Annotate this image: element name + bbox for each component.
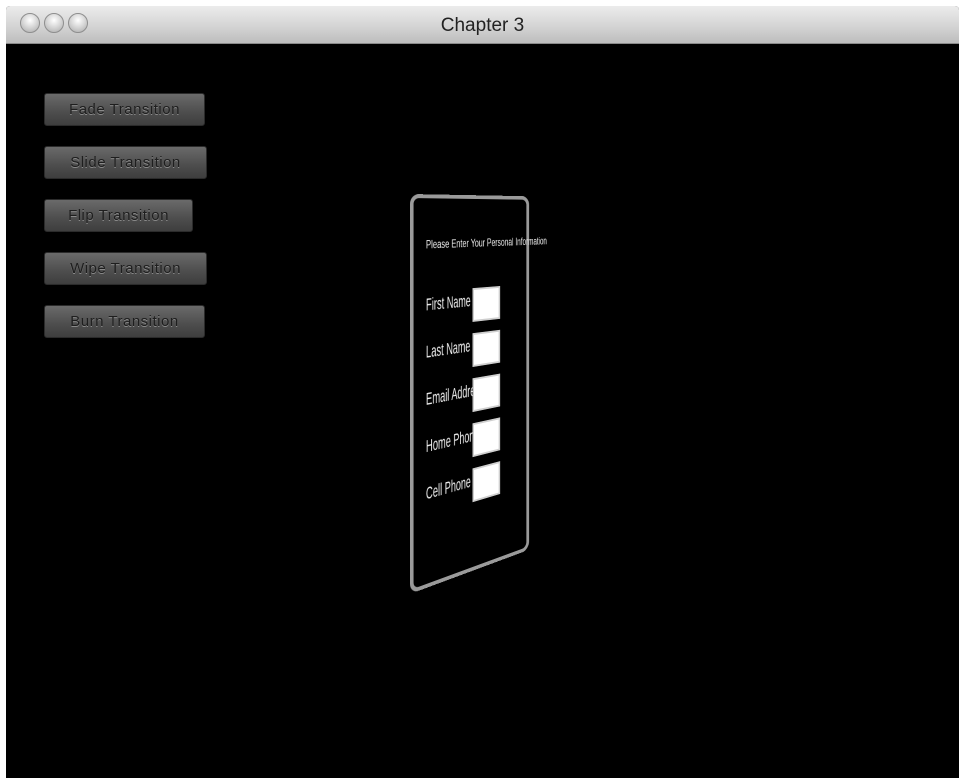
cell-phone-input[interactable] [472,461,501,503]
home-phone-input[interactable] [472,417,501,458]
last-name-input[interactable] [472,329,501,368]
email-address-input[interactable] [472,373,501,413]
cell-phone-label: Cell Phone [425,473,471,505]
wipe-transition-button[interactable]: Wipe Transition [44,252,207,285]
last-name-label: Last Name [425,337,471,363]
fade-transition-button[interactable]: Fade Transition [44,93,205,126]
flip-transition-button[interactable]: Flip Transition [44,199,193,232]
home-phone-label: Home Phone [425,426,479,457]
content-area: Fade Transition Slide Transition Flip Tr… [6,44,959,778]
personal-info-form-panel: Please Enter Your Personal Information F… [410,194,547,594]
first-name-input[interactable] [472,285,501,322]
slide-transition-button[interactable]: Slide Transition [44,146,207,179]
burn-transition-button[interactable]: Burn Transition [44,305,205,338]
app-window: Chapter 3 Fade Transition Slide Transiti… [6,6,959,778]
window-title: Chapter 3 [440,15,525,36]
title-bar[interactable]: Chapter 3 [6,6,959,44]
first-name-label: First Name [425,292,471,315]
form-heading: Please Enter Your Personal Information [425,234,547,251]
